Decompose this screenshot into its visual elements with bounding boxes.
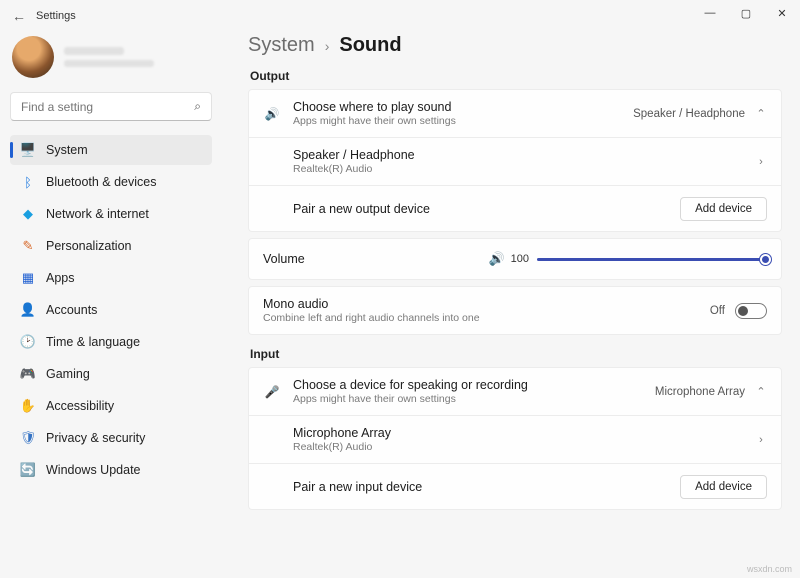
chevron-right-icon: ›	[755, 434, 767, 446]
titlebar: ← Settings — ▢ ✕	[0, 0, 800, 32]
volume-label: Volume	[263, 252, 488, 266]
nav-icon: ✋	[20, 398, 36, 414]
section-input-header: Input	[250, 347, 782, 361]
minimize-button[interactable]: —	[692, 0, 728, 26]
sidebar-item-apps[interactable]: ▦ Apps	[10, 263, 212, 293]
input-device-card: 🎤 Choose a device for speaking or record…	[248, 367, 782, 510]
section-output-header: Output	[250, 69, 782, 83]
output-pair-title: Pair a new output device	[293, 202, 668, 216]
input-pair-row: Pair a new input device Add device	[249, 463, 781, 509]
nav-icon: ᛒ	[20, 174, 36, 190]
nav-icon: ◆	[20, 206, 36, 222]
sidebar-item-label: System	[46, 143, 88, 157]
search-input[interactable]	[21, 100, 171, 114]
output-device-card: 🔊 Choose where to play sound Apps might …	[248, 89, 782, 232]
mono-sub: Combine left and right audio channels in…	[263, 312, 698, 324]
speaker-icon: 🔊	[263, 107, 281, 121]
input-choose-row[interactable]: 🎤 Choose a device for speaking or record…	[249, 368, 781, 415]
output-choose-row[interactable]: 🔊 Choose where to play sound Apps might …	[249, 90, 781, 137]
sidebar-item-network-internet[interactable]: ◆ Network & internet	[10, 199, 212, 229]
page-title: Sound	[339, 34, 401, 57]
nav-icon: ▦	[20, 270, 36, 286]
sidebar-item-label: Time & language	[46, 335, 140, 349]
breadcrumb: System › Sound	[248, 34, 782, 57]
input-device-sub: Realtek(R) Audio	[293, 441, 743, 453]
sidebar-item-time-language[interactable]: 🕑 Time & language	[10, 327, 212, 357]
volume-slider[interactable]	[537, 252, 767, 266]
sidebar-item-gaming[interactable]: 🎮 Gaming	[10, 359, 212, 389]
breadcrumb-parent[interactable]: System	[248, 34, 315, 57]
user-info	[64, 47, 154, 67]
input-device-row[interactable]: Microphone Array Realtek(R) Audio ›	[249, 415, 781, 463]
input-choose-value: Microphone Array	[655, 386, 745, 398]
sidebar-item-label: Gaming	[46, 367, 90, 381]
search-icon: ⌕	[194, 99, 201, 114]
sidebar-item-label: Bluetooth & devices	[46, 175, 157, 189]
avatar	[12, 36, 54, 78]
nav-icon: 🕑	[20, 334, 36, 350]
input-pair-title: Pair a new input device	[293, 480, 668, 494]
sidebar-item-label: Accessibility	[46, 399, 114, 413]
maximize-button[interactable]: ▢	[728, 0, 764, 26]
nav-list: 🖥️ System ᛒ Bluetooth & devices ◆ Network & i…	[10, 135, 212, 485]
nav-icon: 👤	[20, 302, 36, 318]
nav-icon: ✎	[20, 238, 36, 254]
sidebar-item-accessibility[interactable]: ✋ Accessibility	[10, 391, 212, 421]
sidebar-item-label: Personalization	[46, 239, 131, 253]
microphone-icon: 🎤	[263, 385, 281, 399]
nav-icon: 🖥️	[20, 142, 36, 158]
nav-icon: 🛡	[20, 430, 36, 446]
output-choose-value: Speaker / Headphone	[633, 108, 745, 120]
sidebar-item-accounts[interactable]: 👤 Accounts	[10, 295, 212, 325]
chevron-up-icon: ⌃	[755, 385, 767, 398]
main-panel: System › Sound Output 🔊 Choose where to …	[218, 32, 800, 578]
output-device-title: Speaker / Headphone	[293, 148, 743, 162]
sidebar-item-privacy-security[interactable]: 🛡 Privacy & security	[10, 423, 212, 453]
nav-icon: 🔄	[20, 462, 36, 478]
sidebar-item-windows-update[interactable]: 🔄 Windows Update	[10, 455, 212, 485]
nav-icon: 🎮	[20, 366, 36, 382]
sidebar-item-system[interactable]: 🖥️ System	[10, 135, 212, 165]
volume-icon: 🔊	[488, 251, 504, 267]
add-output-device-button[interactable]: Add device	[680, 197, 767, 221]
user-block[interactable]	[10, 32, 212, 92]
mono-state: Off	[710, 305, 725, 317]
output-choose-title: Choose where to play sound	[293, 100, 621, 114]
input-device-title: Microphone Array	[293, 426, 743, 440]
output-device-sub: Realtek(R) Audio	[293, 163, 743, 175]
output-choose-sub: Apps might have their own settings	[293, 115, 621, 127]
chevron-up-icon: ⌃	[755, 107, 767, 120]
add-input-device-button[interactable]: Add device	[680, 475, 767, 499]
mono-card: Mono audio Combine left and right audio …	[248, 286, 782, 335]
volume-value: 100	[511, 253, 529, 265]
window-title: Settings	[32, 10, 76, 22]
sidebar: ⌕ 🖥️ System ᛒ Bluetooth & devices ◆ Network &…	[0, 32, 218, 578]
output-device-row[interactable]: Speaker / Headphone Realtek(R) Audio ›	[249, 137, 781, 185]
mono-row[interactable]: Mono audio Combine left and right audio …	[249, 287, 781, 334]
output-pair-row: Pair a new output device Add device	[249, 185, 781, 231]
sidebar-item-label: Accounts	[46, 303, 97, 317]
sidebar-item-label: Privacy & security	[46, 431, 145, 445]
volume-row: Volume 🔊 100	[249, 239, 781, 279]
watermark: wsxdn.com	[747, 564, 792, 574]
sidebar-item-label: Windows Update	[46, 463, 141, 477]
sidebar-item-label: Network & internet	[46, 207, 149, 221]
window-controls: — ▢ ✕	[692, 0, 800, 26]
sidebar-item-bluetooth-devices[interactable]: ᛒ Bluetooth & devices	[10, 167, 212, 197]
sidebar-item-personalization[interactable]: ✎ Personalization	[10, 231, 212, 261]
input-choose-title: Choose a device for speaking or recordin…	[293, 378, 643, 392]
chevron-right-icon: ›	[755, 156, 767, 168]
back-button[interactable]: ←	[6, 8, 32, 24]
mono-toggle[interactable]	[735, 303, 767, 319]
close-button[interactable]: ✕	[764, 0, 800, 26]
search-box[interactable]: ⌕	[10, 92, 212, 121]
input-choose-sub: Apps might have their own settings	[293, 393, 643, 405]
sidebar-item-label: Apps	[46, 271, 75, 285]
chevron-right-icon: ›	[325, 38, 330, 54]
mono-title: Mono audio	[263, 297, 698, 311]
volume-card: Volume 🔊 100	[248, 238, 782, 280]
